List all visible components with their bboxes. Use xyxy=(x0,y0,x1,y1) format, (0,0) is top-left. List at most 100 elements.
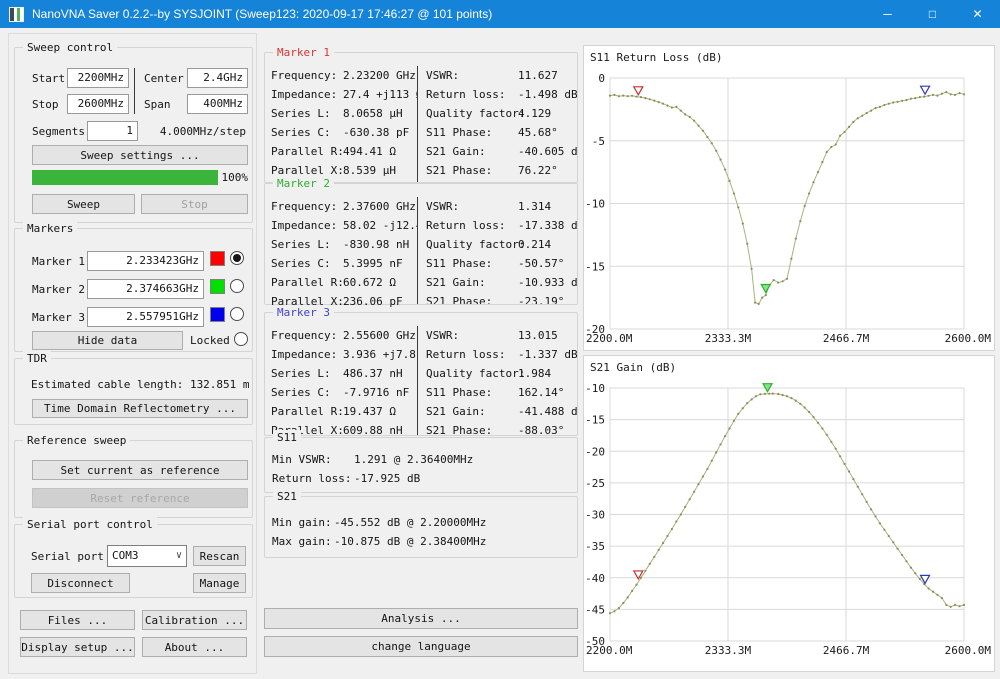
field-label: S21 Phase: xyxy=(426,292,518,304)
marker-field-row: Quality factor:4.129 xyxy=(426,104,577,123)
about-button[interactable]: About ... xyxy=(142,637,247,657)
s21-gain-chart[interactable]: S21 Gain (dB)2200.0M2333.3M2466.7M2600.0… xyxy=(583,355,995,672)
serial-port-label: Serial port xyxy=(31,549,104,564)
field-value: 58.02 -j12.4 Ω xyxy=(343,219,417,232)
close-button[interactable]: ✕ xyxy=(955,0,1000,28)
s21-summary-legend: S21 xyxy=(273,489,301,504)
marker-field-row: Impedance:27.4 +j113 Ω xyxy=(271,85,417,104)
field-value: 609.88 nH xyxy=(343,424,403,437)
progress-percent-label: 100% xyxy=(222,170,249,185)
rescan-button[interactable]: Rescan xyxy=(193,546,246,566)
disconnect-button[interactable]: Disconnect xyxy=(31,573,130,593)
manage-button[interactable]: Manage xyxy=(193,573,246,593)
y-tick-label: -20 xyxy=(585,323,605,336)
analysis-button[interactable]: Analysis ... xyxy=(264,608,578,629)
s21-max-gain-value: -10.875 dB @ 2.38400MHz xyxy=(334,535,486,548)
field-value: -1.337 dB xyxy=(518,348,577,361)
display-setup-button[interactable]: Display setup ... xyxy=(20,637,135,657)
marker-2-details: Marker 2 Frequency:2.37600 GHzImpedance:… xyxy=(264,183,578,305)
marker-field-row: VSWR:13.015 xyxy=(426,326,577,345)
x-tick-label: 2466.7M xyxy=(823,644,870,657)
marker-field-row: S21 Gain:-10.933 dB xyxy=(426,273,577,292)
marker-2-details-legend: Marker 2 xyxy=(273,176,334,191)
marker-1-color-swatch[interactable] xyxy=(210,251,225,266)
main-content: Sweep control Start 2200MHz Center 2.4GH… xyxy=(0,28,1000,679)
field-label: Series C: xyxy=(271,383,343,402)
files-button[interactable]: Files ... xyxy=(20,610,135,630)
marker-field-row: Series L:8.0658 μH xyxy=(271,104,417,123)
field-label: VSWR: xyxy=(426,197,518,216)
field-label: Parallel R: xyxy=(271,142,343,161)
marker-field-row: S21 Phase:-88.03° xyxy=(426,421,577,435)
marker-1-radio[interactable] xyxy=(230,251,244,265)
field-value: -17.338 dB xyxy=(518,219,577,232)
close-icon: ✕ xyxy=(972,7,982,21)
serial-port-select[interactable]: COM3 ∨ xyxy=(107,545,187,567)
chart-title: S11 Return Loss (dB) xyxy=(590,51,722,64)
stop-input[interactable]: 2600MHz xyxy=(67,94,129,114)
marker-field-row: Impedance:58.02 -j12.4 Ω xyxy=(271,216,417,235)
maximize-icon: □ xyxy=(929,7,936,21)
marker-3-color-swatch[interactable] xyxy=(210,307,225,322)
s11-min-vswr-value: 1.291 @ 2.36400MHz xyxy=(354,453,473,466)
field-value: 27.4 +j113 Ω xyxy=(343,88,417,101)
span-input[interactable]: 400MHz xyxy=(187,94,248,114)
field-value: 5.3995 nF xyxy=(343,257,403,270)
hide-data-button[interactable]: Hide data xyxy=(32,331,183,350)
minimize-button[interactable]: ─ xyxy=(865,0,910,28)
marker-field-row: Series C:-630.38 pF xyxy=(271,123,417,142)
reset-reference-button[interactable]: Reset reference xyxy=(32,488,248,508)
x-tick-label: 2333.3M xyxy=(705,644,752,657)
field-label: Parallel R: xyxy=(271,402,343,421)
chevron-down-icon: ∨ xyxy=(176,546,182,566)
start-label: Start xyxy=(32,71,65,86)
field-label: Quality factor: xyxy=(426,104,518,123)
s11-summary-legend: S11 xyxy=(273,430,301,445)
marker-3-radio[interactable] xyxy=(230,307,244,321)
tdr-button[interactable]: Time Domain Reflectometry ... xyxy=(32,399,248,418)
marker-field-row: Series L:-830.98 nH xyxy=(271,235,417,254)
stop-button[interactable]: Stop xyxy=(141,194,248,214)
marker-field-row: S11 Phase:162.14° xyxy=(426,383,577,402)
field-label: S21 Gain: xyxy=(426,402,518,421)
set-reference-button[interactable]: Set current as reference xyxy=(32,460,248,480)
chart-canvas: S11 Return Loss (dB)2200.0M2333.3M2466.7… xyxy=(584,46,994,350)
y-tick-label: -25 xyxy=(585,477,605,490)
field-value: 60.672 Ω xyxy=(343,276,396,289)
field-label: Parallel R: xyxy=(271,273,343,292)
sweep-settings-button[interactable]: Sweep settings ... xyxy=(32,145,248,165)
center-label: Center xyxy=(144,71,184,86)
reference-sweep-legend: Reference sweep xyxy=(23,433,130,448)
marker-field-row: S11 Phase:-50.57° xyxy=(426,254,577,273)
start-input[interactable]: 2200MHz xyxy=(67,68,129,88)
marker-field-row: Quality factor:0.214 xyxy=(426,235,577,254)
marker-field-row: Frequency:2.23200 GHz xyxy=(271,66,417,85)
segments-input[interactable]: 1 xyxy=(87,121,138,141)
sweep-button[interactable]: Sweep xyxy=(32,194,135,214)
locked-radio[interactable] xyxy=(234,332,248,346)
marker-field-row: S21 Gain:-40.605 dB xyxy=(426,142,577,161)
s21-min-gain-value: -45.552 dB @ 2.20000MHz xyxy=(334,516,486,529)
marker-field-row: VSWR:11.627 xyxy=(426,66,577,85)
marker-2-frequency-input[interactable]: 2.374663GHz xyxy=(87,279,204,299)
marker-1-frequency-input[interactable]: 2.233423GHz xyxy=(87,251,204,271)
y-tick-label: -30 xyxy=(585,509,605,522)
calibration-button[interactable]: Calibration ... xyxy=(142,610,247,630)
serial-port-value: COM3 xyxy=(112,546,174,566)
maximize-button[interactable]: □ xyxy=(910,0,955,28)
center-input[interactable]: 2.4GHz xyxy=(187,68,248,88)
marker-field-row: Parallel R:19.437 Ω xyxy=(271,402,417,421)
change-language-button[interactable]: change language xyxy=(264,636,578,657)
sweep-control-legend: Sweep control xyxy=(23,40,117,55)
marker-2-color-swatch[interactable] xyxy=(210,279,225,294)
markers-legend: Markers xyxy=(23,221,77,236)
field-value: 19.437 Ω xyxy=(343,405,396,418)
s11-min-vswr-label: Min VSWR: xyxy=(272,452,354,467)
marker-3-frequency-input[interactable]: 2.557951GHz xyxy=(87,307,204,327)
s11-return-loss-chart[interactable]: S11 Return Loss (dB)2200.0M2333.3M2466.7… xyxy=(583,45,995,351)
marker-2-radio[interactable] xyxy=(230,279,244,293)
step-size-text: 4.000MHz/step xyxy=(160,124,246,139)
marker-field-row: S11 Phase:45.68° xyxy=(426,123,577,142)
field-label: Series L: xyxy=(271,364,343,383)
field-value: -88.03° xyxy=(518,424,564,435)
